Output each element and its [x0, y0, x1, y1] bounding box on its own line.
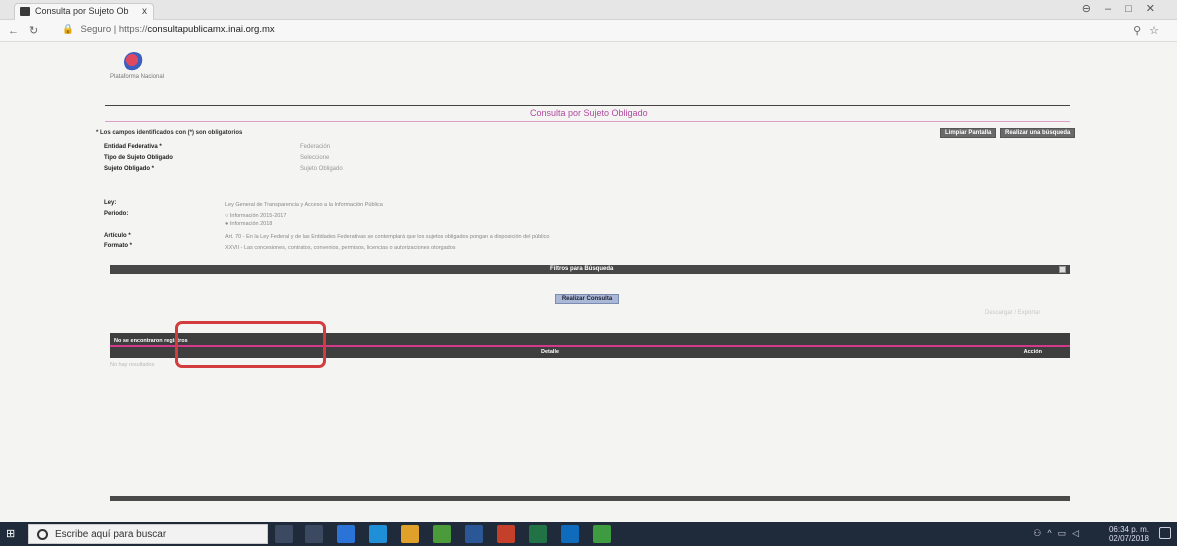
header-divider	[105, 105, 1070, 106]
sujeto-label: Sujeto Obligado *	[104, 166, 155, 172]
cortana-icon	[37, 529, 48, 540]
url-prefix: Seguro	[80, 24, 112, 35]
export-link[interactable]: Descargar / Exportar	[985, 310, 1040, 316]
url-host: consultapublicamx.inai.org.mx	[147, 24, 275, 35]
filters-toggle-icon[interactable]	[1059, 266, 1066, 273]
tray-chevron-icon[interactable]: ^	[1047, 528, 1057, 538]
notification-icon[interactable]	[1159, 527, 1171, 539]
close-window-icon[interactable]: ✕	[1146, 3, 1169, 15]
logo-mark-icon	[124, 52, 144, 72]
ley-value[interactable]: Ley General de Transparencia y Acceso a …	[225, 202, 383, 208]
word-icon[interactable]	[465, 525, 483, 543]
entidad-label: Entidad Federativa *	[104, 144, 162, 150]
filters-bar[interactable]: Filtros para Búsqueda	[110, 265, 1070, 274]
tipo-sujeto-label: Tipo de Sujeto Obligado	[104, 155, 173, 161]
logo[interactable]: Plataforma Nacional	[110, 50, 170, 90]
minimize-icon[interactable]: –	[1105, 3, 1125, 15]
articulo-label: Artículo *	[104, 233, 131, 239]
reload-icon[interactable]: ↻	[29, 25, 48, 37]
footer-bar	[110, 496, 1070, 501]
volume-icon[interactable]: ◁	[1072, 528, 1085, 538]
account-icon[interactable]: ⊖	[1082, 3, 1105, 15]
new-search-button[interactable]: Realizar una búsqueda	[1000, 128, 1076, 138]
window-controls: ⊖–□✕	[1082, 2, 1169, 15]
page-title: Consulta por Sujeto Obligado	[530, 108, 648, 118]
page-content: Plataforma Nacional Consulta por Sujeto …	[90, 42, 1080, 502]
taskbar-search-placeholder: Escribe aquí para buscar	[55, 529, 167, 540]
zoom-icon[interactable]: ⚲	[1133, 25, 1149, 37]
maximize-icon[interactable]: □	[1125, 3, 1146, 15]
edge-icon[interactable]	[337, 525, 355, 543]
url-scheme: https://	[118, 24, 148, 35]
clock[interactable]: 06:34 p. m. 02/07/2018	[1109, 525, 1149, 543]
sujeto-select[interactable]: Sujeto Obligado	[300, 166, 343, 172]
title-divider	[105, 121, 1070, 122]
bookmark-star-icon[interactable]: ☆	[1149, 25, 1167, 37]
taskbar-search[interactable]: Escribe aquí para buscar	[28, 524, 268, 544]
formato-label: Formato *	[104, 243, 133, 249]
mic-icon[interactable]	[275, 525, 293, 543]
periodo-label: Periodo:	[104, 211, 129, 217]
action-column-header: Acción	[1023, 349, 1042, 355]
task-view-icon[interactable]	[305, 525, 323, 543]
excel-icon[interactable]	[529, 525, 547, 543]
back-icon[interactable]: ←	[8, 25, 29, 37]
system-tray: ⚇^▭◁	[1033, 528, 1085, 539]
consult-button[interactable]: Realizar Consulta	[555, 294, 619, 304]
highlight-annotation	[175, 321, 326, 368]
browser-tabbar: Consulta por Sujeto Ob x ⊖–□✕	[0, 0, 1177, 20]
periodo-radio-2[interactable]: ● Información 2018	[225, 221, 272, 227]
lock-icon: 🔒	[62, 24, 74, 35]
browser-tab[interactable]: Consulta por Sujeto Ob x	[14, 3, 154, 20]
windows-taskbar: ⊞ Escribe aquí para buscar ⚇^▭◁ 06:34 p.…	[0, 522, 1177, 546]
tab-close-icon[interactable]: x	[142, 4, 147, 19]
filters-label: Filtros para Búsqueda	[550, 266, 614, 272]
tab-title: Consulta por Sujeto Ob	[35, 6, 129, 16]
app-icon[interactable]	[593, 525, 611, 543]
clock-time: 06:34 p. m.	[1108, 525, 1149, 534]
skype-icon[interactable]	[369, 525, 387, 543]
articulo-select[interactable]: Art. 70 - En la Ley Federal y de las Ent…	[225, 234, 549, 240]
required-note: * Los campos identificados con (*) son o…	[96, 130, 243, 136]
periodo-radio-1[interactable]: ○ Información 2015-2017	[225, 213, 286, 219]
address-bar: ←↻ 🔒 Seguro | https://consultapublicamx.…	[0, 20, 1177, 42]
nav-buttons: ←↻	[8, 24, 48, 37]
outlook-icon[interactable]	[561, 525, 579, 543]
chrome-icon[interactable]	[433, 525, 451, 543]
file-explorer-icon[interactable]	[401, 525, 419, 543]
tipo-sujeto-select[interactable]: Seleccione	[300, 155, 329, 161]
logo-text: Plataforma Nacional	[110, 74, 165, 80]
powerpoint-icon[interactable]	[497, 525, 515, 543]
detail-column-header: Detalle	[541, 349, 560, 355]
entidad-select[interactable]: Federación	[300, 144, 330, 150]
address-right-controls: ⚲☆	[1133, 24, 1167, 37]
ley-label: Ley:	[104, 200, 117, 206]
favicon-icon	[20, 7, 30, 16]
no-results-text: No hay resultados	[110, 362, 155, 368]
clock-date: 02/07/2018	[1108, 534, 1149, 543]
clear-screen-button[interactable]: Limpiar Pantalla	[940, 128, 997, 138]
windows-start-icon[interactable]: ⊞	[6, 527, 20, 541]
formato-select[interactable]: XXVII - Las concesiones, contratos, conv…	[225, 245, 456, 251]
periodo-option-1-label: Información 2015-2017	[229, 213, 287, 219]
people-icon[interactable]: ⚇	[1033, 528, 1047, 538]
periodo-option-2-label: Información 2018	[229, 221, 273, 227]
url-field[interactable]: 🔒 Seguro | https://consultapublicamx.ina…	[62, 24, 275, 35]
network-icon[interactable]: ▭	[1058, 528, 1073, 538]
